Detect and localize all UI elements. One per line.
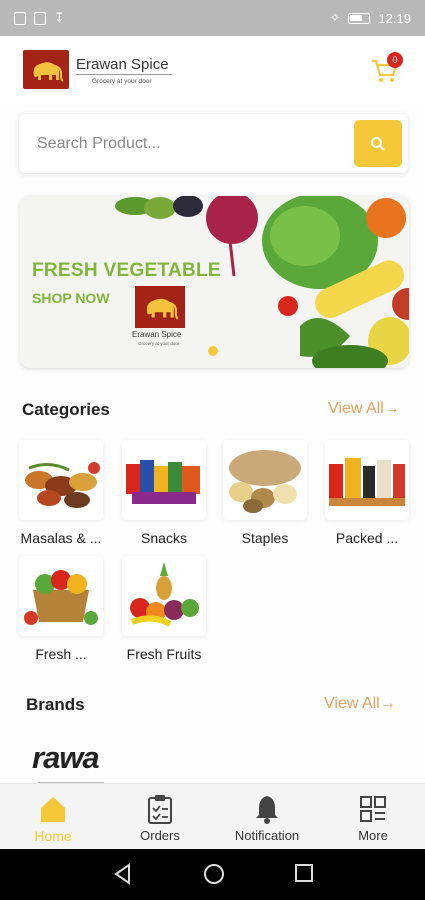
square-icon [295, 864, 313, 882]
vegetables-image [115, 196, 409, 368]
carousel-indicator[interactable] [208, 346, 218, 356]
banner-logo [135, 286, 185, 328]
category-label: Snacks [141, 530, 187, 546]
banner-title: FRESH VEGETABLE [32, 260, 221, 281]
search-button[interactable] [354, 120, 402, 167]
clipboard-icon [115, 792, 205, 826]
app-header: Erawan Spice Grocery at your door 0 [0, 36, 425, 104]
nav-orders[interactable]: Orders [115, 792, 205, 843]
document-icon [14, 11, 26, 25]
category-label: Masalas & ... [20, 530, 102, 546]
cart-count-badge: 0 [387, 52, 403, 68]
grid-icon [328, 792, 418, 826]
nav-label: More [358, 828, 388, 843]
brand-name: Erawan Spice [76, 56, 169, 73]
brand-logo[interactable] [23, 50, 69, 89]
image-icon [34, 11, 46, 25]
banner-shop-now[interactable]: SHOP NOW [32, 290, 110, 306]
category-image-masalas [19, 440, 103, 520]
home-system-button[interactable] [203, 863, 225, 890]
category-item[interactable]: Fresh ... [19, 556, 103, 662]
battery-icon [348, 12, 371, 24]
banner-logo-tagline: Grocery at your door [138, 341, 180, 346]
back-button[interactable] [113, 863, 133, 890]
category-label: Staples [241, 530, 289, 546]
promo-banner[interactable]: FRESH VEGETABLE SHOP NOW Erawan Spice Gr… [20, 196, 409, 368]
bottom-navigation: Home Orders Notification More [0, 783, 425, 849]
category-image-fresh-vegetables [19, 556, 103, 636]
category-item[interactable]: Snacks [122, 440, 206, 546]
search-input[interactable] [37, 130, 337, 158]
category-image-fresh-fruits [122, 556, 206, 636]
banner-logo-name: Erawan Spice [132, 330, 182, 339]
nav-label: Home [34, 828, 72, 844]
home-icon [8, 792, 98, 826]
status-icons-left: ↧ [14, 10, 65, 26]
recents-button[interactable] [294, 863, 314, 888]
system-navigation-bar [0, 849, 425, 900]
category-image-snacks [122, 440, 206, 520]
categories-view-all-link[interactable]: View All→ [328, 400, 400, 418]
category-label: Fresh ... [35, 646, 87, 662]
category-item[interactable]: Fresh Fruits [122, 556, 206, 662]
category-image-packed [325, 440, 409, 520]
cart-button[interactable]: 0 [371, 52, 403, 86]
download-icon: ↧ [54, 10, 65, 25]
category-image-staples [223, 440, 307, 520]
circle-icon [204, 864, 224, 884]
nav-more[interactable]: More [328, 792, 418, 843]
nav-label: Notification [234, 828, 300, 843]
nav-notification[interactable]: Notification [222, 792, 312, 843]
category-item[interactable]: Packed ... [325, 440, 409, 546]
back-icon [114, 863, 130, 885]
brand-tagline: Grocery at your door [92, 78, 152, 85]
search-bar [19, 114, 408, 173]
nav-home[interactable]: Home [8, 792, 98, 844]
status-time: 12:19 [378, 10, 411, 26]
category-label: Fresh Fruits [126, 646, 202, 662]
category-item[interactable]: Masalas & ... [19, 440, 103, 546]
brands-view-all-link[interactable]: View All→ [324, 695, 396, 713]
bluetooth-icon: ✧ [329, 10, 341, 25]
search-icon [371, 136, 385, 151]
elephant-icon [146, 298, 179, 320]
bell-icon [222, 792, 312, 826]
status-bar: ↧ ✧ 12:19 [0, 0, 425, 36]
brand-item[interactable]: rawa [32, 740, 108, 782]
brands-title: Brands [26, 695, 85, 714]
brand-divider [76, 74, 172, 75]
elephant-icon [33, 61, 64, 82]
category-label: Packed ... [335, 530, 399, 546]
categories-title: Categories [22, 400, 110, 419]
nav-label: Orders [140, 828, 180, 843]
status-icons-right: ✧ 12:19 [330, 10, 411, 26]
category-item[interactable]: Staples [223, 440, 307, 546]
